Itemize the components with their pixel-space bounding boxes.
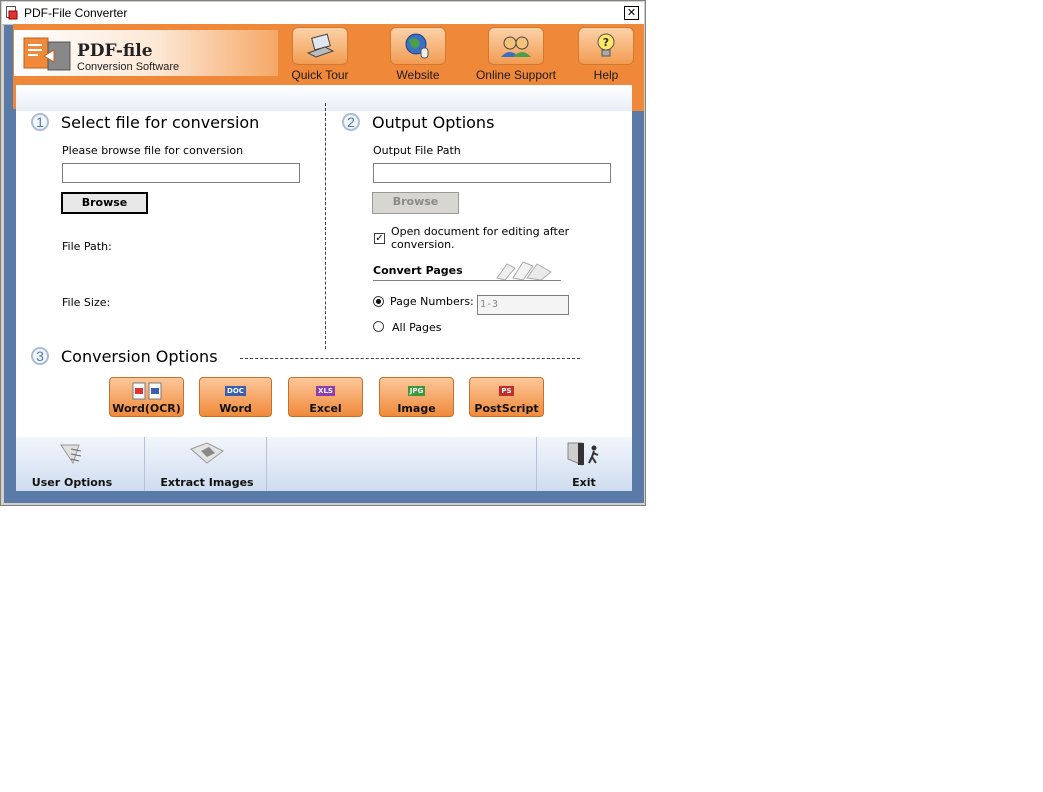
xls-file-icon: XLS — [316, 386, 335, 396]
image-button[interactable]: JPG Image — [379, 377, 454, 417]
logo-icon — [23, 37, 71, 71]
footer-divider — [536, 437, 537, 491]
all-pages-label: All Pages — [392, 321, 442, 334]
source-file-input[interactable] — [62, 163, 300, 183]
exit-door-icon — [567, 442, 599, 466]
window-title: PDF-File Converter — [24, 6, 128, 20]
output-path-label: Output File Path — [373, 144, 461, 157]
online-support-label: Online Support — [475, 68, 557, 82]
title-bar: PDF-File Converter ✕ — [2, 2, 644, 25]
image-label: Image — [397, 402, 436, 415]
ps-file-icon: PS — [499, 386, 514, 396]
section-1-title: Select file for conversion — [61, 113, 260, 132]
step-2-badge: 2 — [342, 113, 360, 131]
excel-button[interactable]: XLS Excel — [288, 377, 363, 417]
output-browse-button[interactable]: Browse — [372, 192, 459, 214]
user-options-label: User Options — [31, 476, 113, 489]
globe-icon — [390, 27, 446, 65]
extract-images-label: Extract Images — [160, 476, 254, 489]
doc-file-icon: DOC — [225, 386, 246, 396]
word-button[interactable]: DOC Word — [199, 377, 272, 417]
close-button[interactable]: ✕ — [624, 6, 639, 20]
word-ocr-button[interactable]: Word(OCR) — [109, 377, 184, 417]
step-1-badge: 1 — [31, 113, 49, 131]
svg-text:?: ? — [603, 36, 609, 49]
open-document-label-line1: Open document for editing after — [391, 225, 570, 238]
section-2-title: Output Options — [372, 113, 495, 132]
all-pages-radio[interactable] — [373, 321, 384, 332]
section-divider-vertical — [325, 103, 326, 349]
pages-icon — [496, 261, 552, 280]
help-button[interactable]: ? Help — [577, 27, 635, 82]
file-size-label: File Size: — [62, 296, 111, 309]
open-document-label-line2: conversion. — [391, 238, 455, 251]
quick-tour-button[interactable]: Quick Tour — [289, 27, 351, 82]
step-3-badge: 3 — [31, 347, 49, 365]
user-options-icon — [60, 444, 82, 465]
source-browse-button[interactable]: Browse — [61, 192, 148, 214]
postscript-button[interactable]: PS PostScript — [469, 377, 544, 417]
page-numbers-input[interactable]: 1-3 — [477, 295, 569, 315]
word-ocr-label: Word(OCR) — [112, 402, 181, 415]
online-support-button[interactable]: Online Support — [472, 27, 560, 82]
lightbulb-icon: ? — [578, 27, 634, 65]
jpg-file-icon: JPG — [407, 386, 426, 396]
footer-divider — [144, 437, 145, 491]
page-numbers-radio[interactable] — [373, 296, 384, 307]
quick-tour-label: Quick Tour — [291, 68, 349, 82]
convert-pages-underline — [373, 280, 561, 281]
pdf-app-icon — [6, 6, 18, 20]
support-icon — [488, 27, 544, 65]
laptop-icon — [292, 27, 348, 65]
user-options-button[interactable]: User Options — [22, 441, 122, 489]
section-divider-horizontal — [240, 358, 580, 359]
website-button[interactable]: Website — [390, 27, 446, 82]
website-label: Website — [396, 68, 440, 82]
file-path-label: File Path: — [62, 240, 112, 253]
output-path-input[interactable] — [373, 163, 611, 183]
header-edge — [632, 85, 644, 111]
exit-button[interactable]: Exit — [546, 441, 622, 489]
logo-subtitle: Conversion Software — [77, 61, 180, 73]
excel-label: Excel — [309, 402, 342, 415]
footer-divider — [266, 437, 267, 491]
logo-title: PDF-file — [77, 41, 153, 61]
page-numbers-label: Page Numbers: — [390, 295, 474, 308]
extract-images-button[interactable]: Extract Images — [152, 441, 262, 489]
help-label: Help — [593, 68, 619, 82]
exit-label: Exit — [572, 476, 596, 489]
extract-images-icon — [190, 442, 224, 464]
convert-pages-label: Convert Pages — [373, 264, 463, 277]
open-document-checkbox[interactable]: ✓ — [374, 233, 385, 244]
browse-prompt-label: Please browse file for conversion — [62, 144, 244, 157]
header-strip — [16, 85, 632, 111]
section-3-title: Conversion Options — [61, 347, 218, 366]
word-ocr-icon — [110, 381, 183, 401]
word-label: Word — [219, 402, 252, 415]
postscript-label: PostScript — [474, 402, 539, 415]
